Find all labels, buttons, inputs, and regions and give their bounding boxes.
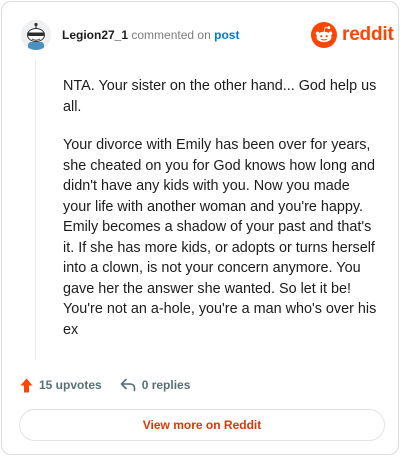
user-avatar[interactable] [21,20,51,50]
comment-header: Legion27_1 commented on post [62,28,239,42]
view-more-button[interactable]: View more on Reddit [19,409,385,441]
reply-arrow-icon [120,378,136,392]
upvote-arrow-icon [20,378,33,392]
comment-body: NTA. Your sister on the other hand... Go… [63,76,381,358]
upvote-button[interactable]: 15 upvotes [20,378,102,393]
upvote-count: 15 upvotes [39,378,102,392]
comment-paragraph: NTA. Your sister on the other hand... Go… [63,78,377,115]
comment-paragraph: Your divorce with Emily has been over fo… [63,137,377,338]
comment-actions: 15 upvotes 0 replies [20,375,190,395]
thread-line[interactable] [35,60,36,360]
reddit-wordmark: reddit [342,24,394,45]
commented-on-label: commented on [131,28,211,42]
replies-button[interactable]: 0 replies [120,378,191,392]
username[interactable]: Legion27_1 [62,28,128,42]
comment-card: Legion27_1 commented on post reddit NTA.… [1,1,399,455]
reddit-logo[interactable]: reddit [311,21,394,49]
reply-count: 0 replies [141,378,191,392]
post-link[interactable]: post [214,28,239,42]
reddit-snoo-icon [311,22,337,48]
